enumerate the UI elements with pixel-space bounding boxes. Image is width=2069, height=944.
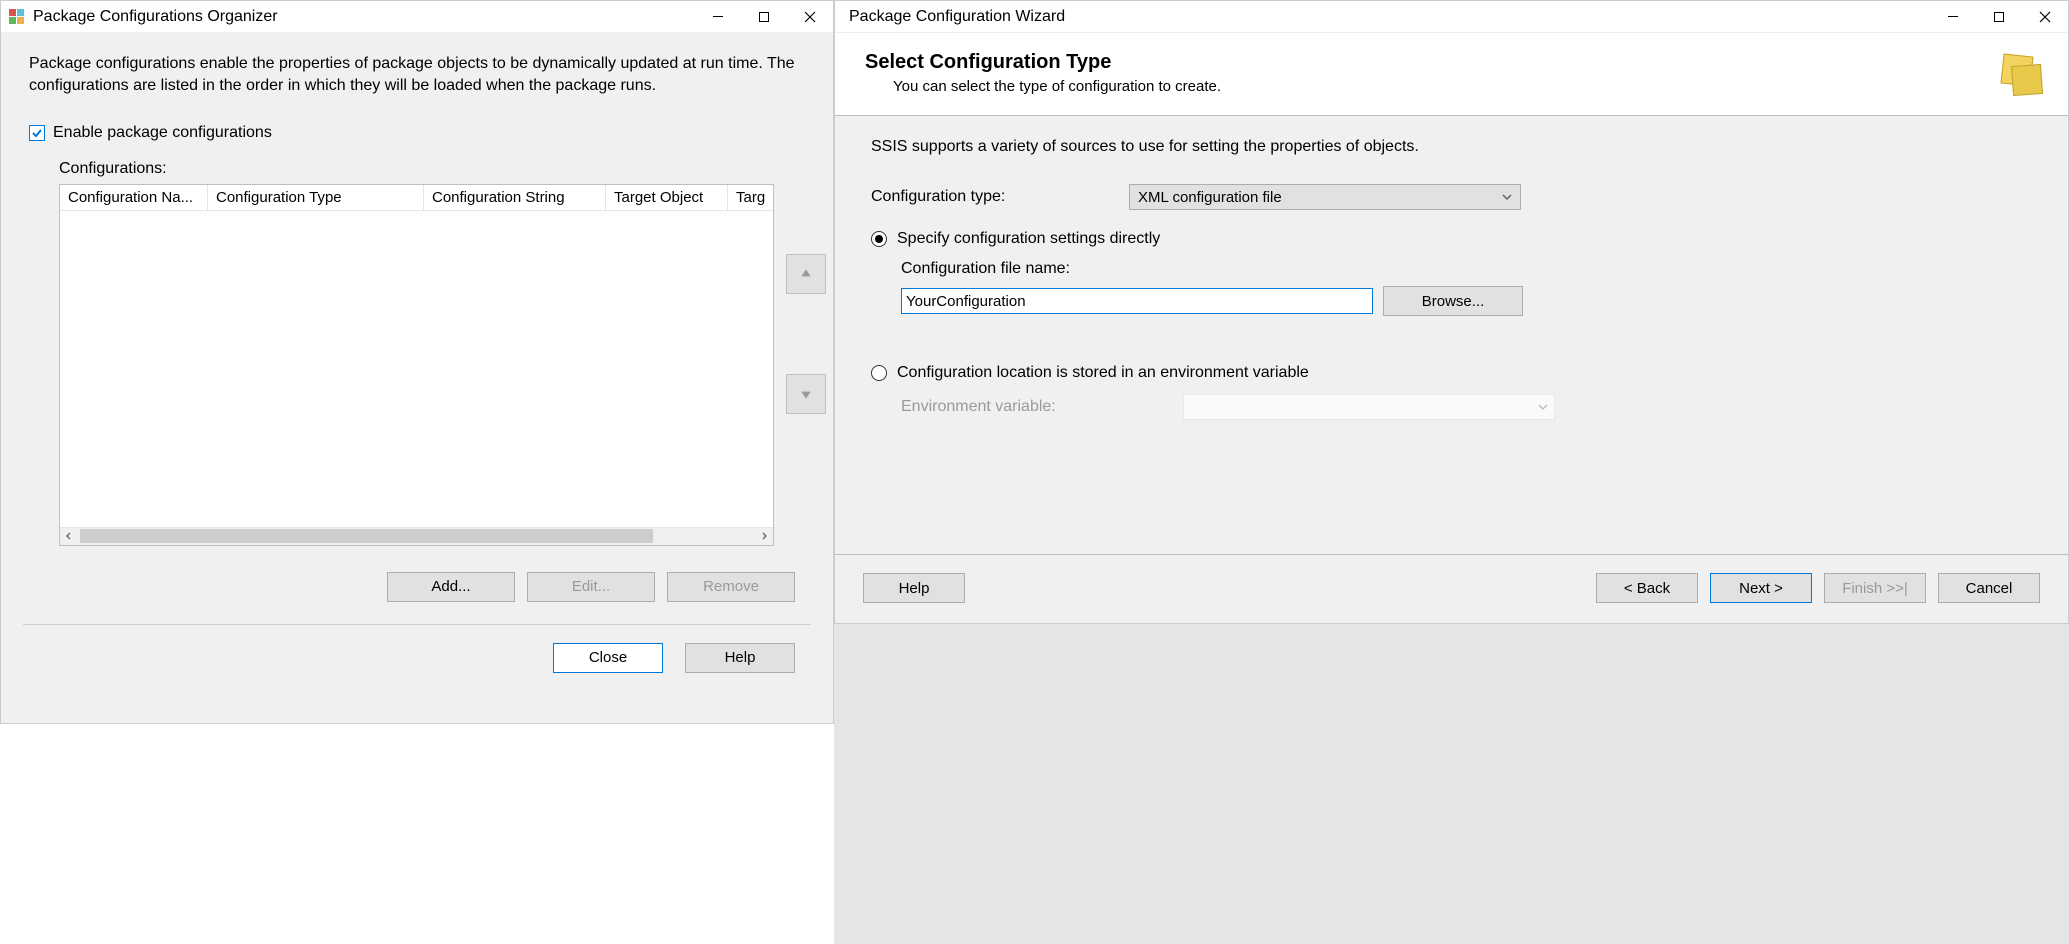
chevron-down-icon <box>1502 191 1512 203</box>
next-button[interactable]: Next > <box>1710 573 1812 603</box>
enable-configs-checkbox[interactable] <box>29 125 45 141</box>
organizer-window: Package Configurations Organizer Package… <box>0 0 834 724</box>
background-area <box>834 624 2069 944</box>
add-button[interactable]: Add... <box>387 572 515 602</box>
configurations-label: Configurations: <box>59 160 805 178</box>
cancel-button[interactable]: Cancel <box>1938 573 2040 603</box>
help-button[interactable]: Help <box>685 643 795 673</box>
config-file-input[interactable] <box>901 288 1373 314</box>
file-name-label: Configuration file name: <box>901 260 2032 278</box>
radio-env[interactable] <box>871 365 887 381</box>
table-header: Configuration Na... Configuration Type C… <box>60 185 773 211</box>
wizard-titlebar: Package Configuration Wizard <box>835 1 2068 33</box>
env-var-select <box>1183 394 1555 420</box>
organizer-title: Package Configurations Organizer <box>33 8 278 26</box>
wizard-header-title: Select Configuration Type <box>865 51 1996 74</box>
col-target[interactable]: Targ <box>728 185 773 210</box>
minimize-button[interactable] <box>695 1 741 33</box>
browse-button[interactable]: Browse... <box>1383 286 1523 316</box>
move-up-button[interactable] <box>786 254 826 294</box>
radio-direct-label: Specify configuration settings directly <box>897 230 1160 248</box>
organizer-titlebar: Package Configurations Organizer <box>1 1 833 33</box>
separator <box>23 624 811 625</box>
package-icon <box>1996 49 2044 97</box>
env-var-label: Environment variable: <box>901 398 1171 416</box>
chevron-down-icon <box>1538 401 1548 413</box>
wizard-header-sub: You can select the type of configuration… <box>893 78 1996 95</box>
wizard-help-button[interactable]: Help <box>863 573 965 603</box>
wizard-window: Package Configuration Wizard Select Conf… <box>834 0 2069 624</box>
close-icon[interactable] <box>2022 1 2068 33</box>
organizer-description: Package configurations enable the proper… <box>29 53 799 98</box>
close-button[interactable]: Close <box>553 643 663 673</box>
config-type-label: Configuration type: <box>871 188 1117 206</box>
radio-direct[interactable] <box>871 231 887 247</box>
maximize-button[interactable] <box>741 1 787 33</box>
col-target-object[interactable]: Target Object <box>606 185 728 210</box>
wizard-header: Select Configuration Type You can select… <box>835 33 2068 115</box>
scroll-right-icon[interactable] <box>755 527 773 545</box>
table-body <box>60 211 773 527</box>
app-icon <box>9 9 25 25</box>
wizard-title: Package Configuration Wizard <box>849 8 1065 26</box>
back-button[interactable]: < Back <box>1596 573 1698 603</box>
finish-button[interactable]: Finish >>| <box>1824 573 1926 603</box>
scroll-left-icon[interactable] <box>60 527 78 545</box>
col-config-name[interactable]: Configuration Na... <box>60 185 208 210</box>
remove-button[interactable]: Remove <box>667 572 795 602</box>
col-config-string[interactable]: Configuration String <box>424 185 606 210</box>
move-down-button[interactable] <box>786 374 826 414</box>
enable-configs-label: Enable package configurations <box>53 124 272 142</box>
configurations-table[interactable]: Configuration Na... Configuration Type C… <box>59 184 774 546</box>
scroll-thumb[interactable] <box>80 529 653 543</box>
minimize-button[interactable] <box>1930 1 1976 33</box>
close-icon[interactable] <box>787 1 833 33</box>
config-type-select[interactable]: XML configuration file <box>1129 184 1521 210</box>
edit-button[interactable]: Edit... <box>527 572 655 602</box>
config-type-value: XML configuration file <box>1138 189 1282 206</box>
wizard-support-text: SSIS supports a variety of sources to us… <box>871 138 2032 156</box>
hscrollbar[interactable] <box>60 527 773 545</box>
radio-env-label: Configuration location is stored in an e… <box>897 364 1309 382</box>
maximize-button[interactable] <box>1976 1 2022 33</box>
col-config-type[interactable]: Configuration Type <box>208 185 424 210</box>
